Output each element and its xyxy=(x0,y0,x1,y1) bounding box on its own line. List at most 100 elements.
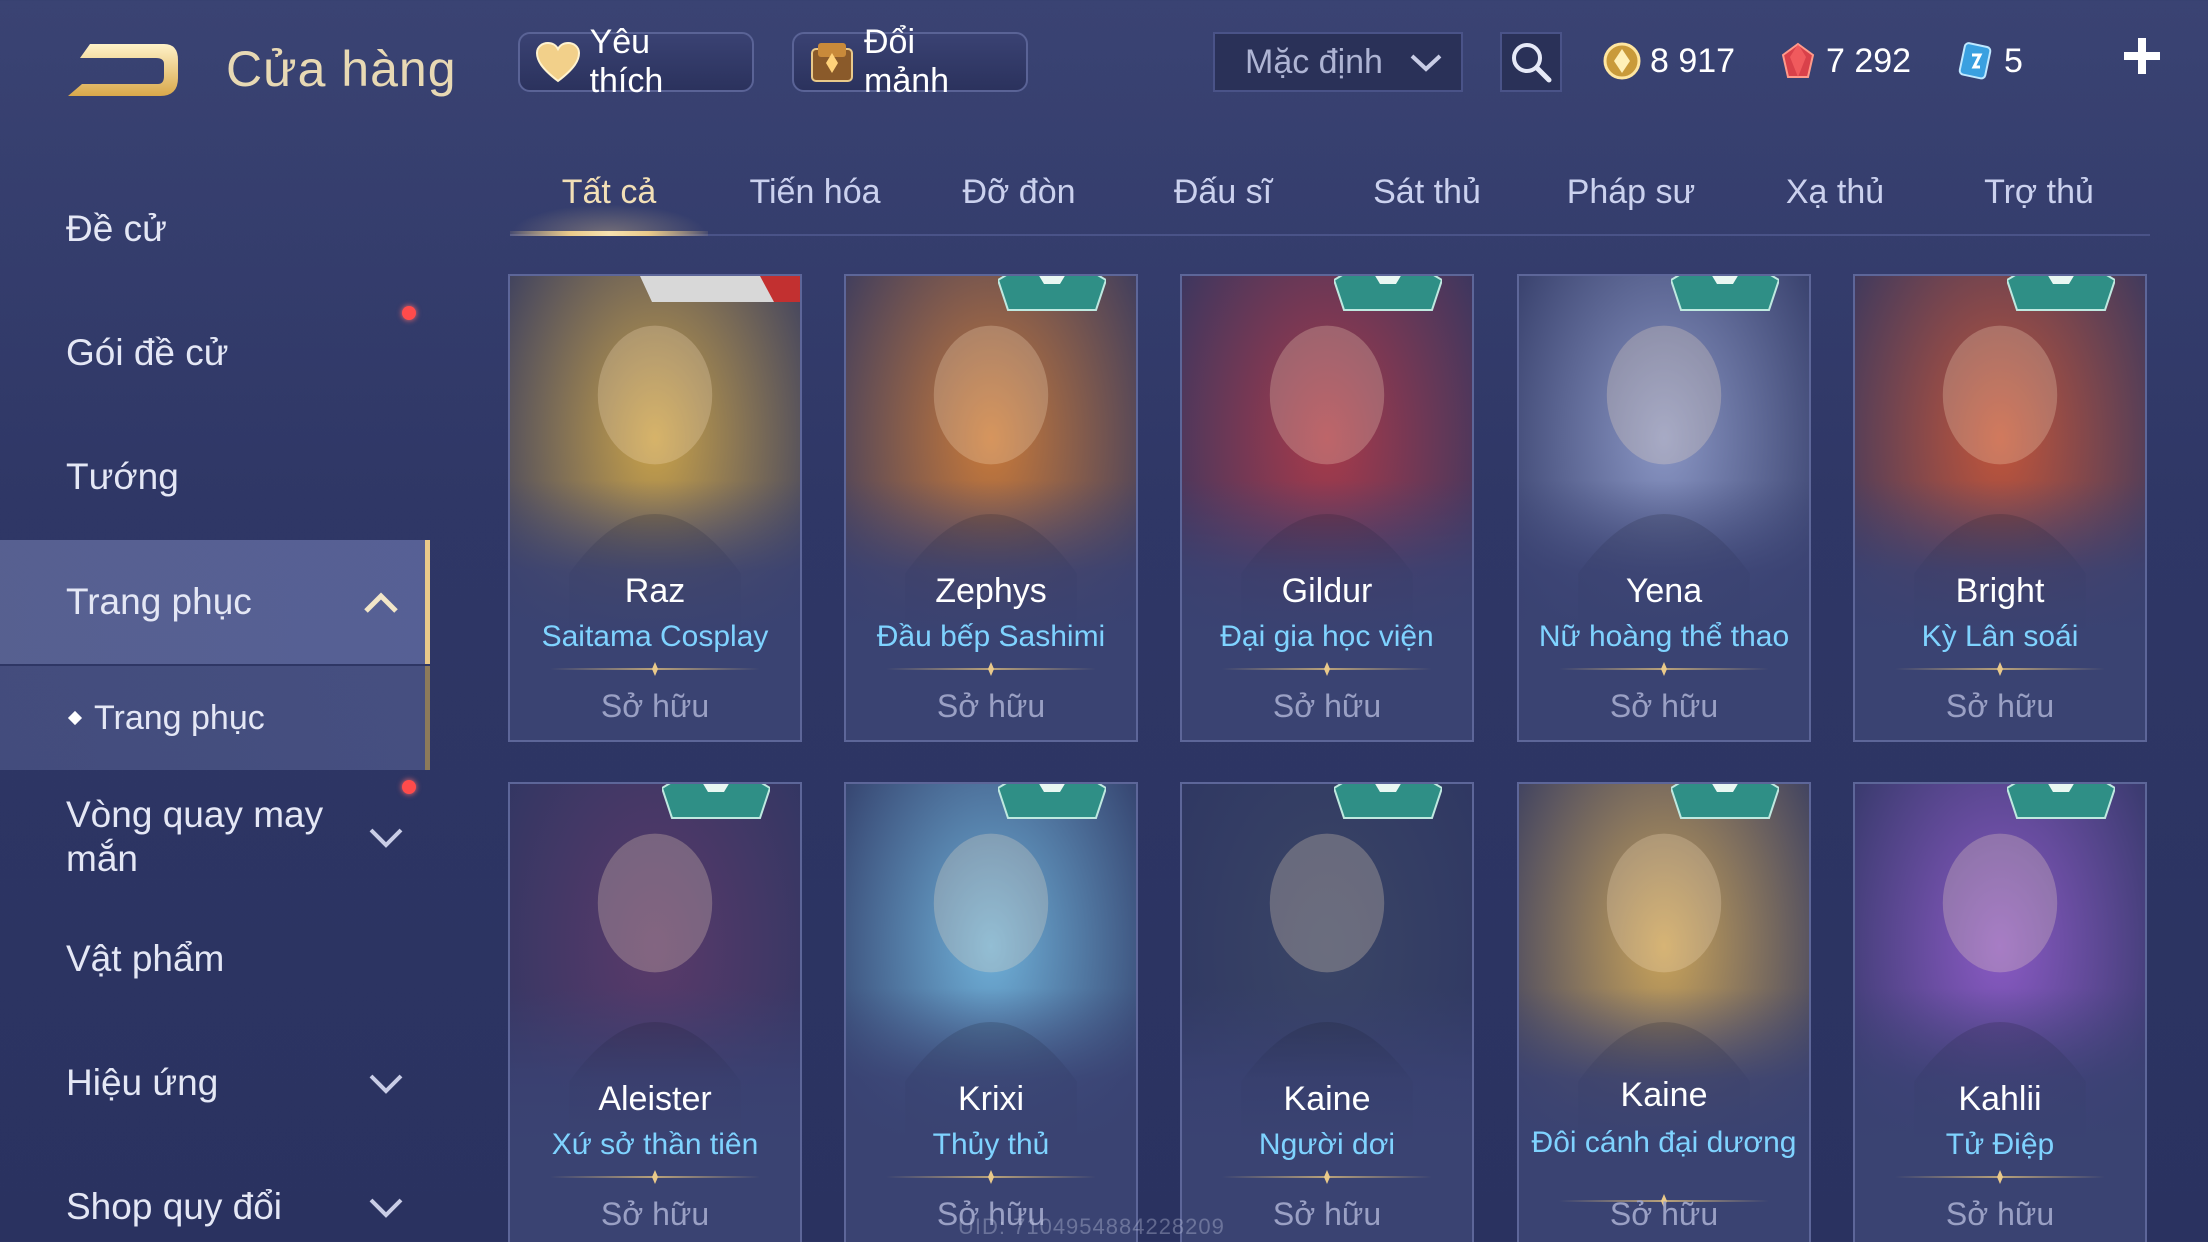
search-icon xyxy=(1512,43,1552,83)
divider xyxy=(550,662,760,676)
skin-card[interactable]: Kahlii Tử Điệp Sở hữu xyxy=(1853,782,2147,1242)
exchange-shards-button[interactable]: Đổi mảnh xyxy=(792,23,1028,100)
owned-status: Sở hữu xyxy=(1609,688,1719,724)
hero-name: Zephys xyxy=(935,572,1047,610)
gold-currency: 8 917 xyxy=(1602,36,1735,86)
tab-fighter[interactable]: Đấu sĩ xyxy=(1126,150,1320,234)
notification-dot xyxy=(402,306,416,320)
sort-value: Mặc định xyxy=(1245,42,1383,81)
hero-name: Kahlii xyxy=(1958,1080,2042,1118)
uid-watermark: UID: 7104954884228209 xyxy=(958,1214,1225,1239)
skin-card[interactable]: Gildur Đại gia học viện Sở hữu xyxy=(1180,274,1474,742)
search-button[interactable] xyxy=(1500,32,1562,92)
skin-card[interactable]: Yena Nữ hoàng thể thao Sở hữu xyxy=(1517,274,1811,742)
owned-status: Sở hữu xyxy=(936,688,1046,724)
diamond-bullet-icon xyxy=(67,710,83,726)
voucher-currency: 5 xyxy=(1956,36,2023,86)
tab-all[interactable]: Tất cả xyxy=(510,150,708,236)
skin-card[interactable]: Kaine Đôi cánh đại dương Sở hữu xyxy=(1517,782,1811,1242)
sidebar-item-featured[interactable]: Đề cử xyxy=(0,174,430,284)
skin-name: Nữ hoàng thể thao xyxy=(1538,620,1790,653)
owned-status: Sở hữu xyxy=(1609,1196,1719,1232)
owned-status: Sở hữu xyxy=(600,1196,710,1232)
limited-badge-icon xyxy=(662,784,770,819)
limited-badge-icon xyxy=(1671,276,1779,311)
sidebar-item-heroes[interactable]: Tướng xyxy=(0,422,430,532)
skin-name: Kỳ Lân soái xyxy=(1921,620,2079,653)
skin-name: Thủy thủ xyxy=(932,1128,1050,1161)
skin-name: Tử Điệp xyxy=(1945,1128,2055,1161)
skin-name: Đôi cánh đại dương xyxy=(1531,1126,1797,1159)
chevron-down-icon xyxy=(368,1062,404,1104)
tab-tank[interactable]: Đỡ đòn xyxy=(922,150,1116,234)
limited-badge-icon xyxy=(998,784,1106,819)
divider xyxy=(1222,1170,1432,1184)
top-bar: Cửa hàng Yêu thích Đổi mảnh Mặc định 8 9… xyxy=(0,0,2208,130)
sidebar: Đề cử Gói đề cử Tướng Trang phục Trang p… xyxy=(0,160,432,1242)
sort-dropdown[interactable]: Mặc định xyxy=(1213,32,1463,92)
hero-name: Yena xyxy=(1625,572,1703,610)
sidebar-item-label: Trang phục xyxy=(66,581,252,622)
limited-badge-icon xyxy=(2007,784,2115,819)
sidebar-item-exchange-shop[interactable]: Shop quy đổi xyxy=(0,1152,430,1242)
role-tabs: Tất cả Tiến hóa Đỡ đòn Đấu sĩ Sát thủ Ph… xyxy=(510,150,2150,236)
sidebar-item-effects[interactable]: Hiệu ứng xyxy=(0,1028,430,1138)
limited-badge-icon xyxy=(1334,276,1442,311)
favorite-label: Yêu thích xyxy=(589,23,664,100)
skin-card[interactable]: Aleister Xứ sở thần tiên Sở hữu xyxy=(508,782,802,1242)
sidebar-item-skins[interactable]: Trang phục xyxy=(0,540,430,664)
owned-status: Sở hữu xyxy=(1945,1196,2055,1232)
voucher-icon xyxy=(1958,42,1992,80)
sidebar-item-label: Tướng xyxy=(66,456,179,497)
add-currency-button[interactable] xyxy=(2118,32,2166,80)
tab-mage[interactable]: Pháp sư xyxy=(1534,150,1728,234)
hero-name: Aleister xyxy=(598,1080,712,1118)
chevron-down-icon xyxy=(1409,43,1443,82)
back-icon[interactable] xyxy=(60,30,190,110)
tab-marksman[interactable]: Xạ thủ xyxy=(1738,150,1932,234)
limited-badge-icon xyxy=(2007,276,2115,311)
ruby-icon xyxy=(1781,42,1815,78)
shard-chest-icon xyxy=(808,40,856,84)
skin-name: Đại gia học viện xyxy=(1220,620,1434,653)
sidebar-item-featured-packs[interactable]: Gói đề cử xyxy=(0,298,430,408)
skin-card[interactable]: Bright Kỳ Lân soái Sở hữu xyxy=(1853,274,2147,742)
skin-name: Xứ sở thần tiên xyxy=(551,1128,759,1161)
sidebar-subitem-skins[interactable]: Trang phục xyxy=(0,666,430,770)
divider xyxy=(1895,1170,2105,1184)
divider xyxy=(1222,662,1432,676)
hero-name: Kaine xyxy=(1620,1076,1708,1114)
divider xyxy=(886,1170,1096,1184)
skin-card[interactable]: Kaine Người dơi Sở hữu xyxy=(1180,782,1474,1242)
hero-name: Raz xyxy=(624,572,686,610)
notification-dot xyxy=(402,780,416,794)
skin-card[interactable]: Zephys Đầu bếp Sashimi Sở hữu xyxy=(844,274,1138,742)
favorite-button[interactable]: Yêu thích xyxy=(518,23,754,100)
owned-status: Sở hữu xyxy=(1272,1196,1382,1232)
tab-evolution[interactable]: Tiến hóa xyxy=(718,150,912,234)
skin-name: Người dơi xyxy=(1258,1128,1396,1161)
sidebar-item-lucky-wheel[interactable]: Vòng quay may mắn xyxy=(0,772,430,902)
hero-name: Krixi xyxy=(957,1080,1025,1118)
tab-support[interactable]: Trợ thủ xyxy=(1942,150,2136,234)
plus-icon xyxy=(2124,38,2160,74)
hero-name: Bright xyxy=(1955,572,2045,610)
sidebar-item-label: Hiệu ứng xyxy=(66,1062,219,1103)
skin-name: Đầu bếp Sashimi xyxy=(876,620,1106,653)
chevron-down-icon xyxy=(368,815,404,859)
divider xyxy=(550,1170,760,1184)
skin-card[interactable]: Raz Saitama Cosplay Sở hữu xyxy=(508,274,802,742)
exchange-label: Đổi mảnh xyxy=(864,23,950,100)
limited-badge-icon xyxy=(1334,784,1442,819)
sidebar-item-items[interactable]: Vật phẩm xyxy=(0,904,430,1014)
sidebar-item-label: Vòng quay may mắn xyxy=(66,794,324,879)
divider xyxy=(1895,662,2105,676)
owned-status: Sở hữu xyxy=(1945,688,2055,724)
divider xyxy=(886,662,1096,676)
chevron-up-icon xyxy=(363,581,399,623)
chevron-down-icon xyxy=(368,1186,404,1228)
skin-card[interactable]: Krixi Thủy thủ Sở hữu xyxy=(844,782,1138,1242)
voucher-amount: 5 xyxy=(2004,41,2023,80)
tab-assassin[interactable]: Sát thủ xyxy=(1330,150,1524,234)
divider xyxy=(1559,662,1769,676)
